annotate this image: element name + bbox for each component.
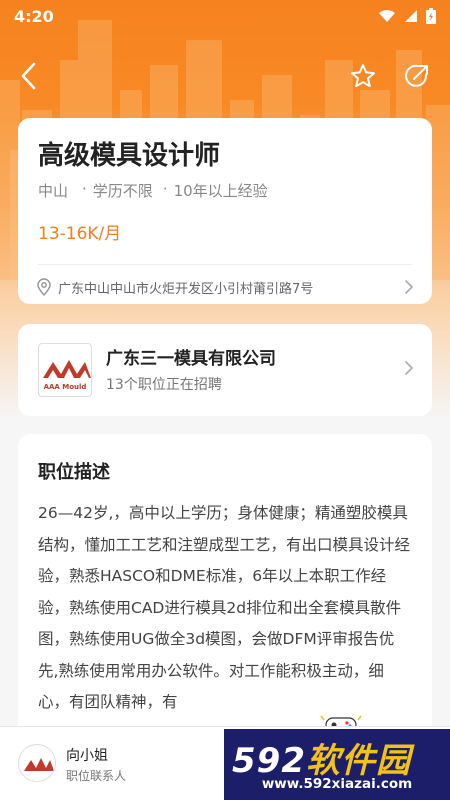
company-logo: AAA Mould xyxy=(38,343,92,397)
job-education: 学历不限 xyxy=(92,182,153,200)
battery-icon xyxy=(426,8,436,24)
watermark-url: www.592xiazai.com xyxy=(261,776,413,792)
job-summary-card: 高级模具设计师 中山 · 学历不限 · 10年以上经验 13-16K/月 广东中… xyxy=(18,118,432,304)
job-title: 高级模具设计师 xyxy=(38,141,221,171)
chevron-right-icon xyxy=(405,280,414,294)
share-icon xyxy=(405,64,428,87)
contact-avatar-logo xyxy=(24,758,54,771)
job-experience: 10年以上经验 xyxy=(173,182,268,200)
company-card[interactable]: AAA Mould 广东三一模具有限公司 13个职位正在招聘 xyxy=(18,324,432,416)
location-pin-icon xyxy=(37,278,51,296)
description-body: 26—42岁,，高中以上学历；身体健康；精通塑胶模具结构，懂加工工艺和注塑成型工… xyxy=(38,504,411,711)
watermark-brand: 软件园 xyxy=(305,741,411,781)
watermark-logo: 592软件园 xyxy=(232,733,411,782)
system-icons xyxy=(378,8,436,24)
back-arrow-icon xyxy=(21,62,36,90)
site-watermark: 592软件园 www.592xiazai.com xyxy=(224,729,450,800)
meta-separator: · xyxy=(162,180,168,198)
company-logo-mark xyxy=(43,360,91,378)
divider xyxy=(38,264,412,265)
job-location: 中山 xyxy=(38,182,69,200)
job-salary: 13-16K/月 xyxy=(38,224,122,244)
status-time: 4:20 xyxy=(14,6,54,26)
watermark-digits: 592 xyxy=(232,741,306,781)
star-icon xyxy=(351,64,375,88)
company-openings: 13个职位正在招聘 xyxy=(106,377,222,393)
wifi-icon xyxy=(379,10,395,22)
avatar xyxy=(18,744,56,782)
share-button[interactable] xyxy=(397,56,437,96)
back-button[interactable] xyxy=(8,56,48,96)
job-address-row[interactable]: 广东中山中山市火炬开发区小引村莆引路7号 xyxy=(36,274,414,300)
contact-role: 职位联系人 xyxy=(66,769,127,783)
status-bar: 4:20 xyxy=(0,0,450,32)
contact-name: 向小姐 xyxy=(66,748,108,764)
chevron-right-icon xyxy=(405,361,414,375)
company-logo-text: AAA Mould xyxy=(43,383,87,391)
job-meta: 中山 · 学历不限 · 10年以上经验 xyxy=(38,180,268,201)
top-bar xyxy=(0,56,450,96)
company-name: 广东三一模具有限公司 xyxy=(106,349,276,369)
meta-separator: · xyxy=(82,180,87,198)
address-text: 广东中山中山市火炬开发区小引村莆引路7号 xyxy=(58,281,314,297)
favorite-button[interactable] xyxy=(343,56,383,96)
job-description-card: 职位描述 26—42岁,，高中以上学历；身体健康；精通塑胶模具结构，懂加工工艺和… xyxy=(18,434,432,744)
signal-icon xyxy=(405,10,417,22)
description-title: 职位描述 xyxy=(38,462,110,483)
